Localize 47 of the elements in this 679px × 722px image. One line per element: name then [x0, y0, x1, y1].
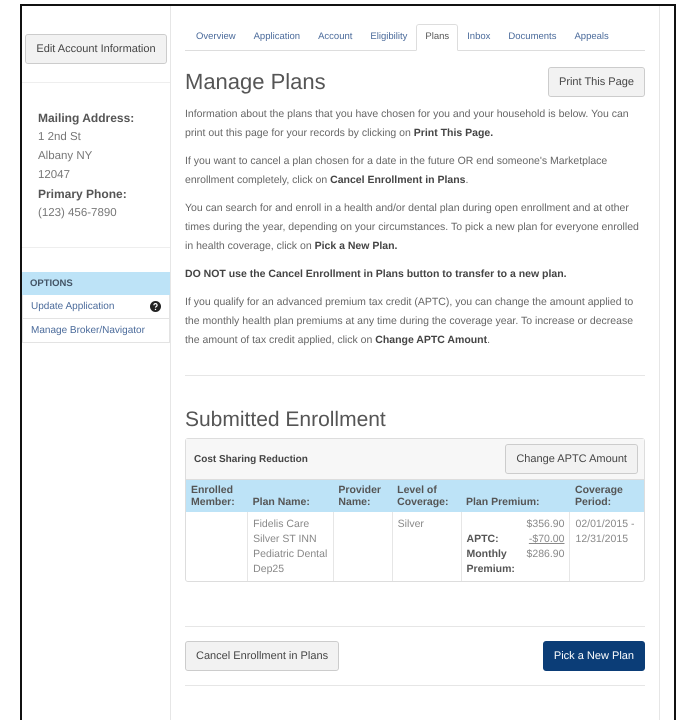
aptc-label: APTC:: [466, 532, 500, 547]
paragraph: If you want to cancel a plan chosen for a date in the future OR end someone's Marketplace enrollment completely, click on Cancel Enrollment in Plans.: [185, 154, 608, 188]
monthly-label: Monthly Premium:: [466, 547, 516, 577]
panel-title: Cost Sharing Reduction: [194, 454, 308, 464]
column-header: Provider Name:: [333, 480, 392, 512]
address-line: 12047: [38, 168, 71, 183]
premium-amount: $356.90: [526, 517, 564, 532]
tab[interactable]: Inbox: [458, 24, 500, 51]
tab[interactable]: Documents: [499, 24, 566, 51]
option-label: Update Application: [31, 301, 114, 312]
tab[interactable]: Account: [309, 24, 362, 51]
change-aptc-button[interactable]: Change APTC Amount: [505, 444, 638, 474]
column-header: Level of Coverage:: [392, 480, 461, 512]
phone-label: Primary Phone:: [38, 186, 128, 203]
table-cell: Fidelis Care Silver ST INN Pediatric Dental Dep25: [248, 512, 334, 581]
paragraph: DO NOT use the Cancel Enrollment in Plans button to transfer to a new plan.: [185, 267, 568, 282]
tab[interactable]: Appeals: [565, 24, 618, 51]
table-cell: 02/01/2015 - 12/31/2015: [570, 512, 644, 581]
tab[interactable]: Application: [244, 24, 310, 51]
options-header: OPTIONS: [22, 272, 170, 295]
tab[interactable]: Overview: [187, 24, 245, 51]
monthly-amount: $286.90: [526, 547, 564, 562]
paragraph: If you qualify for an advanced premium tax credit (APTC), you can change the amount applied to the monthly health plan premiums at any time during the coverage year. To increase or decrease the amount of tax credit applied, click on Change APTC Amount.: [185, 295, 634, 348]
option-label: Manage Broker/Navigator: [31, 325, 145, 336]
pick-plan-button[interactable]: Pick a New Plan: [542, 641, 645, 671]
edit-account-button[interactable]: Edit Account Information: [25, 34, 167, 64]
cancel-enrollment-button[interactable]: Cancel Enrollment in Plans: [185, 641, 340, 671]
paragraph: You can search for and enroll in a health and/or dental plan during open enrollment and at other times during the year, depending on your circumstances. To pick a new plan for everyone enrolled in health coverage, click on Pick a New Plan.: [185, 201, 640, 254]
option-item[interactable]: Manage Broker/Navigator: [22, 319, 170, 343]
column-header: Enrolled Member:: [186, 480, 248, 512]
address-line: 1 2nd St: [38, 130, 82, 145]
table-cell: Silver: [392, 512, 461, 581]
phone-number: (123) 456-7890: [38, 206, 118, 221]
print-button[interactable]: Print This Page: [548, 67, 645, 97]
page-title: Manage Plans: [185, 69, 326, 95]
column-header: Plan Name:: [248, 480, 334, 512]
aptc-amount: -$70.00: [528, 532, 564, 547]
option-item[interactable]: Update Application: [22, 295, 170, 319]
address-line: Albany NY: [38, 149, 94, 164]
help-icon: [150, 301, 161, 312]
section-title: Submitted Enrollment: [185, 408, 387, 432]
column-header: Plan Premium:: [461, 480, 570, 512]
tab[interactable]: Plans: [416, 24, 458, 51]
column-header: Coverage Period:: [570, 480, 644, 512]
tab[interactable]: Eligibility: [361, 24, 416, 51]
address-label: Mailing Address:: [38, 110, 136, 127]
paragraph: Information about the plans that you have chosen for you and your household is below. You can print out this page for your records by clicking on Print This Page.: [185, 107, 630, 141]
